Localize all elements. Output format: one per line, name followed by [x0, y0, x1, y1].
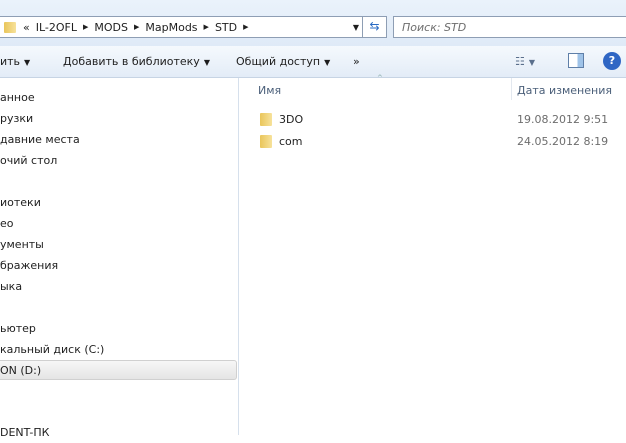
crumb-mapmods[interactable]: MapMods [145, 21, 197, 34]
nav-music[interactable]: ыка [0, 277, 22, 297]
folder-icon [260, 112, 272, 126]
nav-documents[interactable]: ументы [0, 235, 44, 255]
chevron-down-icon: ▼ [203, 58, 210, 67]
nav-pictures[interactable]: бражения [0, 256, 58, 276]
folder-icon [4, 21, 16, 33]
preview-pane-icon[interactable] [568, 53, 584, 68]
column-divider[interactable] [511, 78, 512, 100]
crumb-arrow-icon[interactable]: ▶ [134, 23, 139, 31]
nav-computer[interactable]: ьютер [0, 319, 36, 339]
sort-ascending-icon: ^ [377, 74, 383, 82]
nav-drive-d[interactable]: ON (D:) [0, 360, 237, 380]
nav-drive-c[interactable]: кальный диск (C:) [0, 340, 104, 360]
file-row[interactable]: com [258, 132, 303, 150]
nav-desktop[interactable]: очий стол [0, 151, 57, 171]
overflow-chevron[interactable]: « [23, 21, 30, 34]
history-dropdown-icon[interactable]: ▼ [353, 23, 359, 32]
file-date: 24.05.2012 8:19 [517, 135, 609, 148]
nav-favorites-item[interactable]: анное [0, 88, 35, 108]
crumb-il2ofl[interactable]: IL-2OFL [36, 21, 77, 34]
share-button[interactable]: Общий доступ ▼ [236, 55, 330, 68]
nav-libraries[interactable]: иотеки [0, 193, 41, 213]
crumb-std[interactable]: STD [215, 21, 237, 34]
file-row[interactable]: 3DO [258, 110, 303, 128]
file-date: 19.08.2012 9:51 [517, 113, 609, 126]
navigation-pane: анное рузки давние места очий стол иотек… [0, 78, 239, 439]
crumb-mods[interactable]: MODS [94, 21, 128, 34]
view-options-icon[interactable]: ☷ ▼ [515, 55, 535, 68]
crumb-arrow-icon[interactable]: ▶ [204, 23, 209, 31]
crumb-arrow-icon[interactable]: ▶ [243, 23, 248, 31]
search-input[interactable]: Поиск: STD [393, 16, 626, 38]
organize-button[interactable]: ить ▼ [0, 55, 30, 68]
refresh-icon[interactable]: ⇆ [362, 16, 386, 38]
address-bar[interactable]: « IL-2OFL ▶ MODS ▶ MapMods ▶ STD ▶ ▼ ⇆ [0, 16, 387, 38]
nav-recent-places[interactable]: давние места [0, 130, 80, 150]
chevron-down-icon: ▼ [24, 58, 31, 67]
column-header-date[interactable]: Дата изменения [517, 84, 612, 97]
chevron-down-icon: ▼ [324, 58, 331, 67]
file-name: 3DO [279, 112, 304, 126]
crumb-arrow-icon[interactable]: ▶ [83, 23, 88, 31]
more-button[interactable]: » [353, 55, 360, 68]
toolbar: ить ▼ Добавить в библиотеку ▼ Общий доступ… [0, 46, 626, 78]
organize-label: ить [0, 55, 21, 68]
share-label: Общий доступ [236, 55, 321, 68]
nav-video[interactable]: ео [0, 214, 14, 234]
add-to-library-label: Добавить в библиотеку [63, 55, 200, 68]
help-icon[interactable]: ? [603, 52, 621, 70]
nav-network-pc[interactable]: DENT-ПК [0, 423, 49, 443]
add-to-library-button[interactable]: Добавить в библиотеку ▼ [63, 55, 210, 68]
file-name: com [279, 134, 303, 148]
column-header-name[interactable]: Имя [258, 84, 281, 97]
folder-icon [260, 134, 272, 148]
nav-downloads[interactable]: рузки [0, 109, 33, 129]
